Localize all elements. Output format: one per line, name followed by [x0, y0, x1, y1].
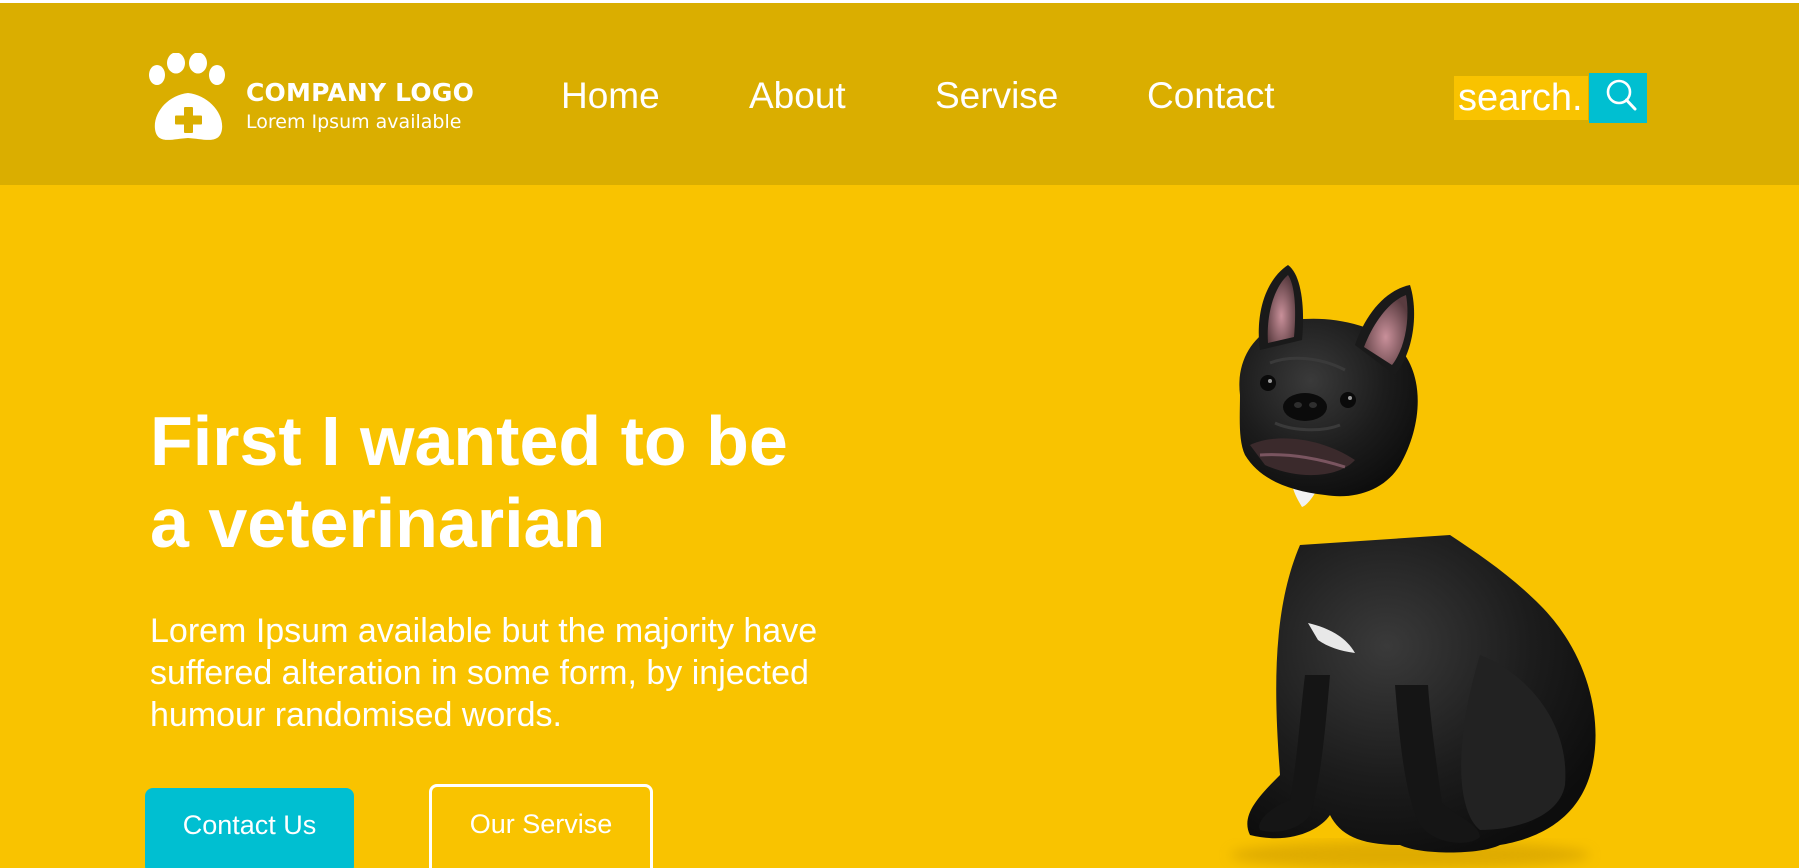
paw-plus-icon [149, 53, 225, 140]
page-frame: COMPANY LOGO Lorem Ipsum available Home … [0, 3, 1799, 868]
hero-text-line-2: suffered alteration in some form, by inj… [150, 654, 809, 692]
site-header: COMPANY LOGO Lorem Ipsum available Home … [0, 3, 1799, 185]
nav-item-home[interactable]: Home [561, 75, 660, 117]
nav-item-contact[interactable]: Contact [1147, 75, 1275, 117]
hero-description: Lorem Ipsum available but the majority h… [150, 610, 910, 736]
nav-item-servise[interactable]: Servise [935, 75, 1058, 117]
hero-title: First I wanted to be a veterinarian [150, 400, 910, 564]
search-button[interactable] [1589, 73, 1647, 123]
logo-title: COMPANY LOGO [246, 78, 475, 107]
hero-title-line-1: First I wanted to be [150, 402, 788, 480]
search-input[interactable] [1454, 76, 1588, 120]
hero-title-line-2: a veterinarian [150, 484, 606, 562]
hero-text-line-1: Lorem Ipsum available but the majority h… [150, 612, 818, 650]
logo-subtitle: Lorem Ipsum available [246, 111, 462, 133]
hero-section: First I wanted to be a veterinarian Lore… [0, 185, 1799, 868]
hero-text-line-3: humour randomised words. [150, 696, 562, 734]
french-bulldog-image [1230, 265, 1596, 868]
contact-us-button[interactable]: Contact Us [145, 788, 354, 868]
nav-item-about[interactable]: About [749, 75, 846, 117]
search-icon [1606, 79, 1637, 111]
company-logo[interactable]: COMPANY LOGO Lorem Ipsum available [148, 53, 478, 147]
our-servise-button[interactable]: Our Servise [429, 784, 653, 868]
